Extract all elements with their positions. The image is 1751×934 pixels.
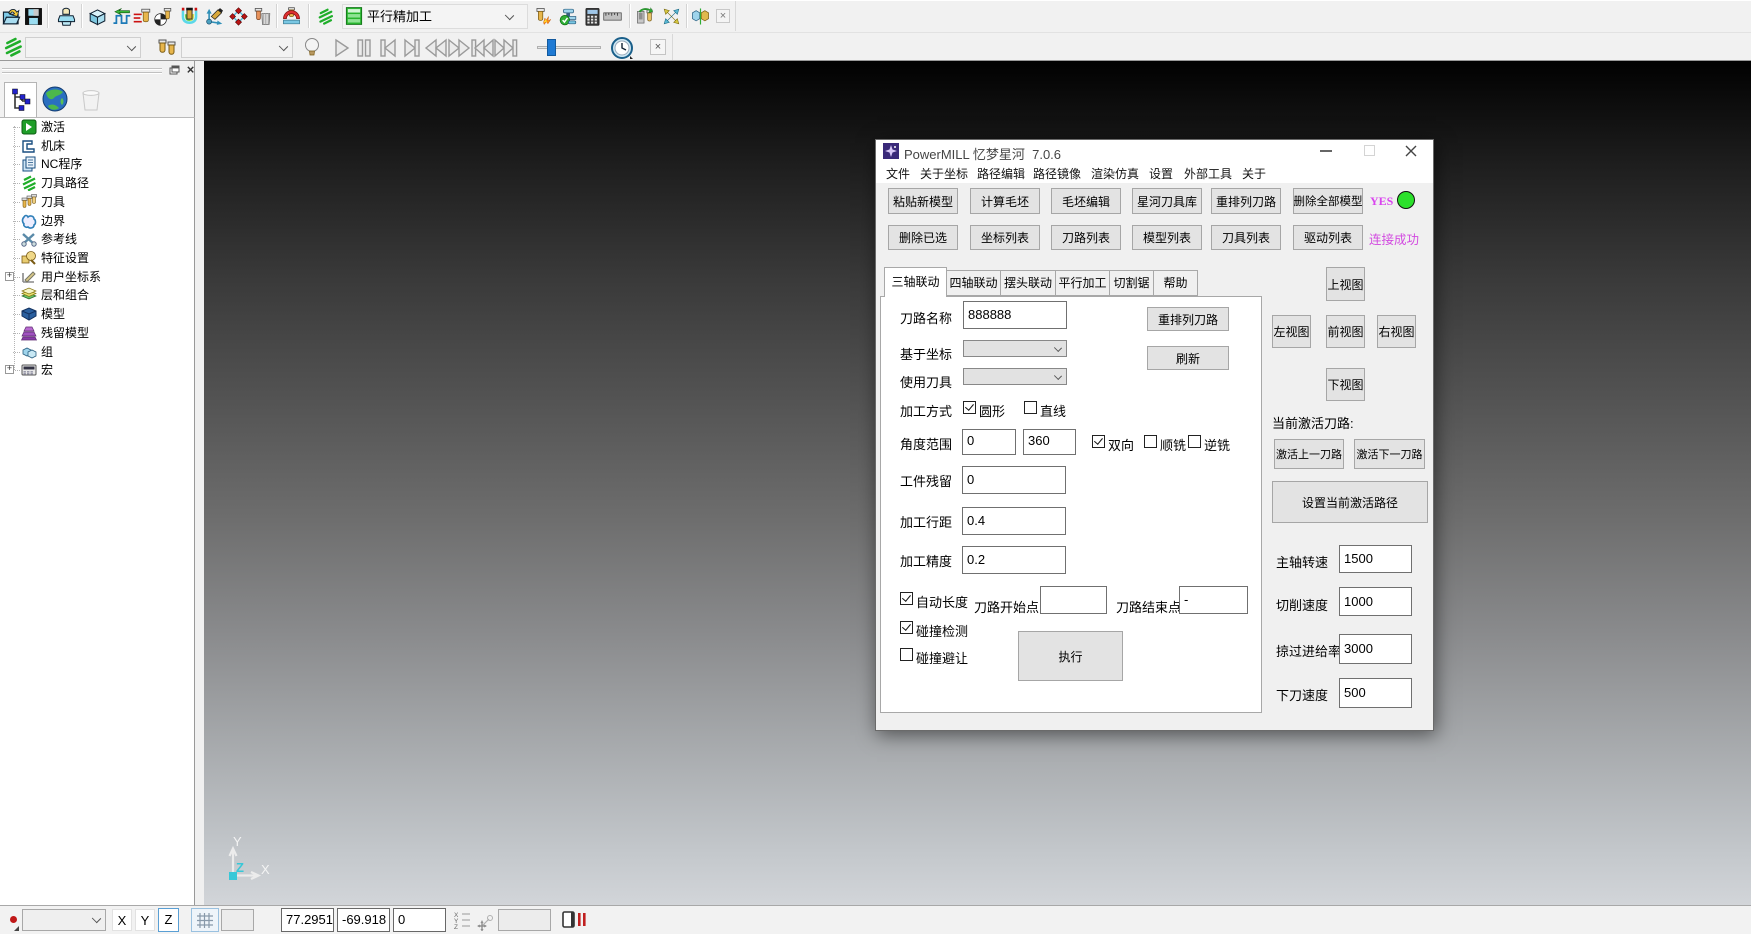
svg-text:Y: Y [233,834,242,849]
svg-text:Z: Z [454,924,458,930]
svg-text:X: X [261,862,270,877]
svg-text:Z: Z [236,860,244,875]
